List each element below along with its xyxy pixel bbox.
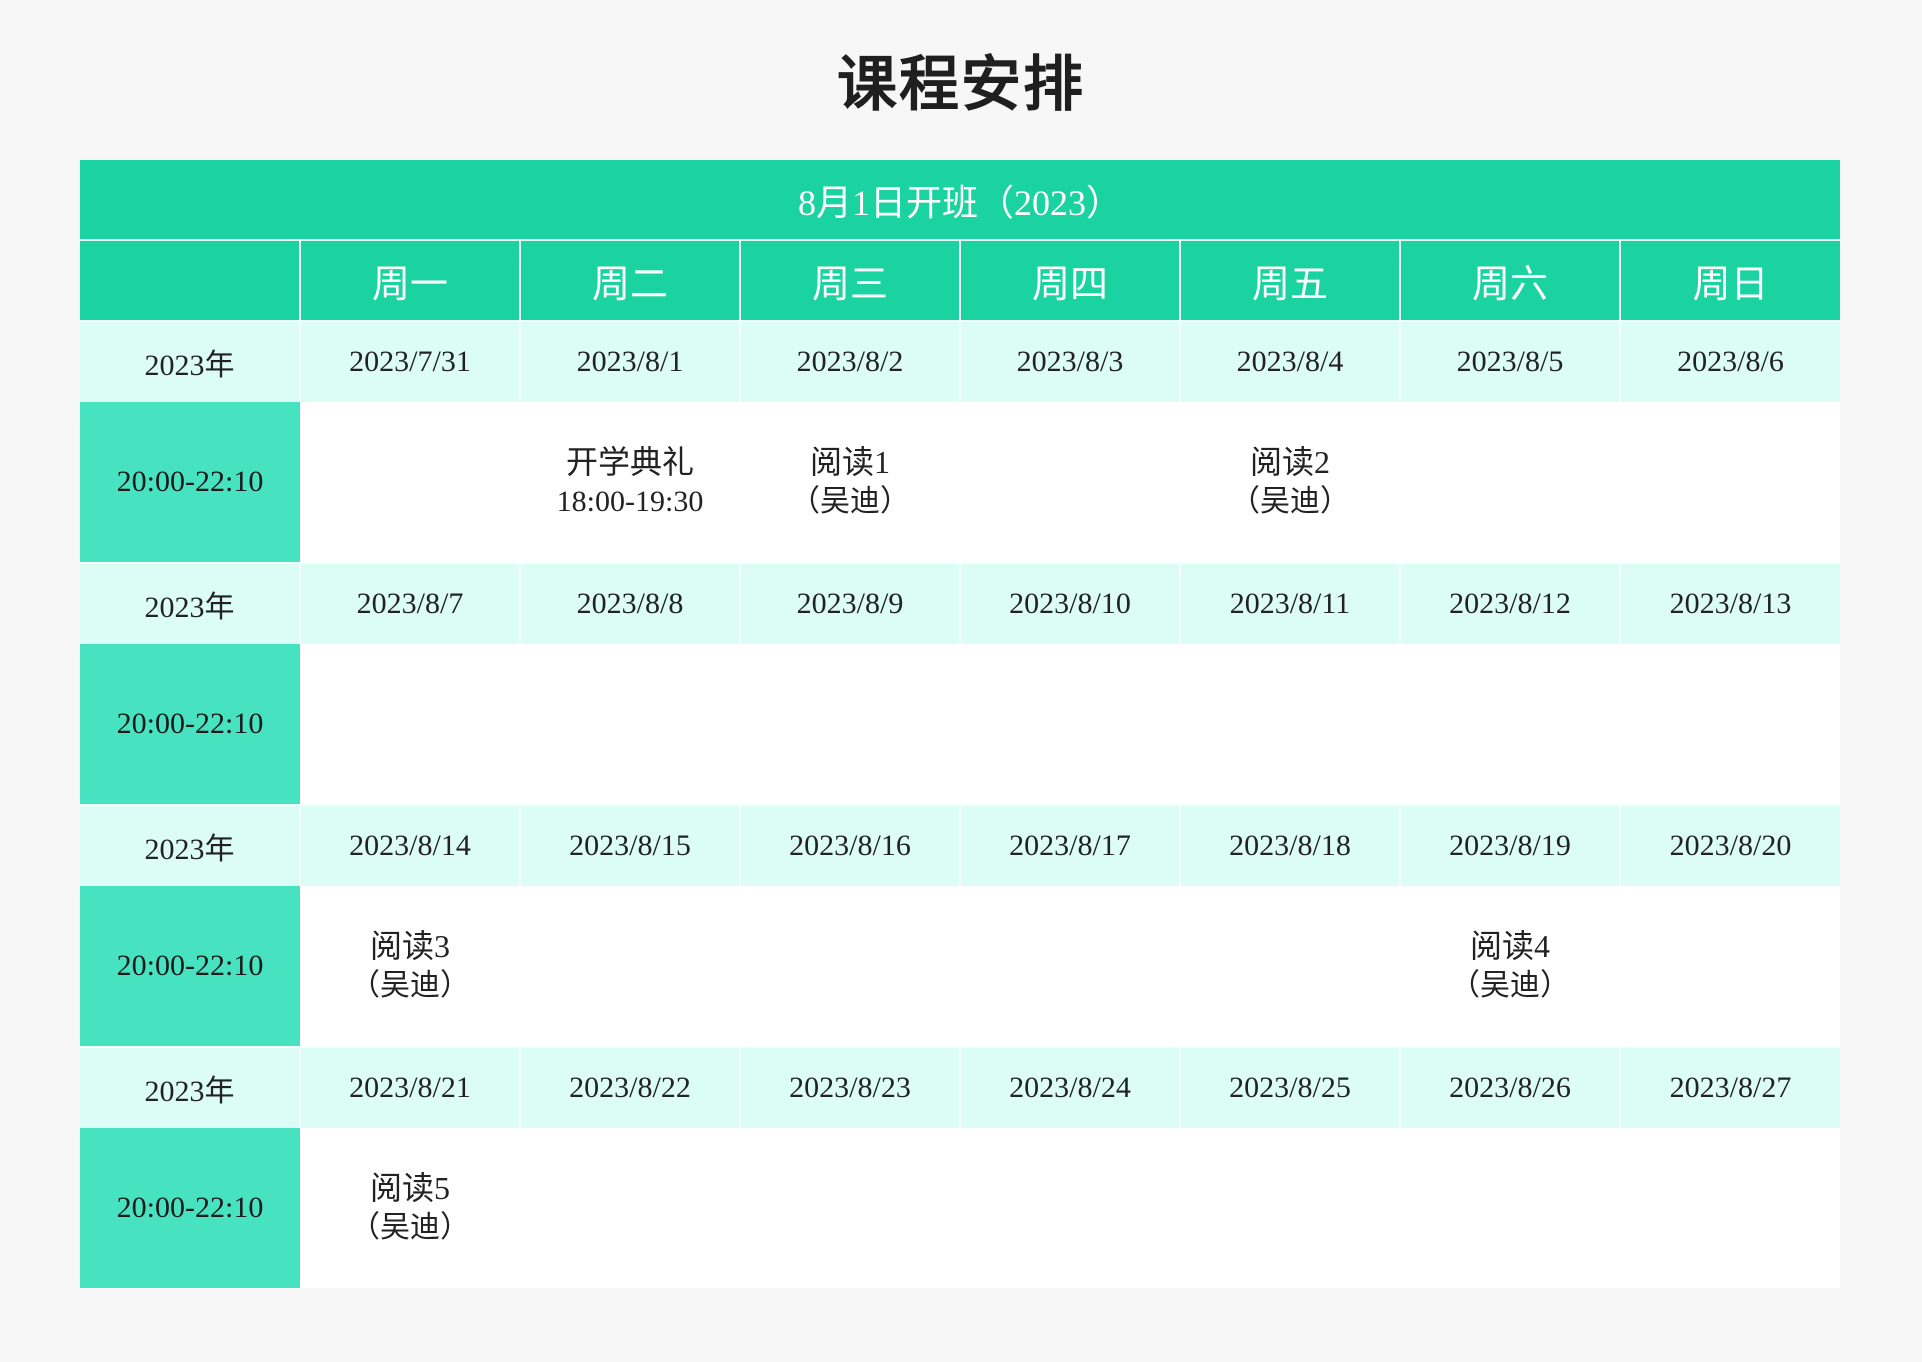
schedule-cell: [740, 886, 960, 1047]
date-row: 2023年 2023/8/7 2023/8/8 2023/8/9 2023/8/10 20…: [80, 562, 1841, 644]
date-cell: 2023/8/1: [519, 320, 740, 402]
event-detail: （吴迪）: [350, 969, 470, 1002]
page-title: 课程安排: [837, 50, 1085, 120]
time-slot-label: 20:00-22:10: [80, 1128, 300, 1288]
date-cell: 2023/8/26: [1399, 1046, 1620, 1128]
date-cell: 2023/8/18: [1179, 804, 1400, 886]
event-name: 阅读4: [1469, 928, 1550, 964]
schedule-cell: [1620, 886, 1841, 1047]
date-row: 2023年 2023/8/14 2023/8/15 2023/8/16 2023/8/1…: [80, 804, 1841, 886]
date-cell: 2023/8/6: [1618, 320, 1841, 402]
weekday-header-row: 周一 周二 周三 周四 周五 周六 周日: [80, 240, 1841, 321]
date-cell: 2023/8/7: [299, 562, 520, 644]
schedule-cell: 开学典礼 18:00-19:30: [520, 402, 740, 563]
time-slot-row: 20:00-22:10: [80, 644, 1841, 805]
date-cell: 2023/8/2: [739, 320, 960, 402]
event-name: 阅读1: [809, 444, 890, 480]
date-cell: 2023/7/31: [299, 320, 520, 402]
date-cell: 2023/8/3: [959, 320, 1180, 402]
date-cell: 2023/8/21: [299, 1046, 520, 1128]
schedule-cell: [1400, 644, 1620, 805]
schedule-cell: [300, 402, 520, 563]
weekday-header-corner: [80, 240, 300, 321]
time-slot-row: 20:00-22:10 阅读5 （吴迪）: [80, 1128, 1841, 1288]
event-detail: 18:00-19:30: [556, 485, 704, 518]
time-slot-row: 20:00-22:10 开学典礼 18:00-19:30 阅读1 （吴迪） 阅读2 （吴迪）: [80, 402, 1841, 563]
schedule-cell: [520, 644, 740, 805]
event-name: 开学典礼: [565, 444, 694, 480]
schedule-cell: [960, 1128, 1180, 1288]
weekday-header-fri: 周五: [1179, 240, 1400, 321]
year-label: 2023年: [80, 562, 300, 644]
date-cell: 2023/8/24: [959, 1046, 1180, 1128]
weekday-header-thu: 周四: [959, 240, 1180, 321]
weekday-header-tue: 周二: [519, 240, 740, 321]
year-label: 2023年: [80, 320, 300, 402]
date-cell: 2023/8/19: [1399, 804, 1620, 886]
date-cell: 2023/8/9: [739, 562, 960, 644]
time-slot-label: 20:00-22:10: [80, 886, 300, 1047]
year-label: 2023年: [80, 1046, 300, 1128]
schedule-cell: 阅读2 （吴迪）: [1180, 402, 1400, 563]
date-cell: 2023/8/5: [1399, 320, 1620, 402]
schedule-cell: [1180, 1128, 1400, 1288]
schedule-cell: [1620, 644, 1841, 805]
date-cell: 2023/8/4: [1179, 320, 1400, 402]
date-cell: 2023/8/23: [739, 1046, 960, 1128]
date-cell: 2023/8/14: [299, 804, 520, 886]
date-cell: 2023/8/17: [959, 804, 1180, 886]
event-name: 阅读3: [369, 928, 450, 964]
schedule-cell: [1620, 402, 1841, 563]
year-label: 2023年: [80, 804, 300, 886]
schedule-cell: 阅读5 （吴迪）: [300, 1128, 520, 1288]
event-detail: （吴迪）: [1230, 485, 1350, 518]
time-slot-label: 20:00-22:10: [80, 402, 300, 563]
schedule-cell: [520, 886, 740, 1047]
schedule-cell: [960, 402, 1180, 563]
schedule-cell: [1180, 886, 1400, 1047]
date-cell: 2023/8/15: [519, 804, 740, 886]
event-name: 阅读5: [369, 1170, 450, 1206]
schedule-cell: [520, 1128, 740, 1288]
weekday-header-wed: 周三: [739, 240, 960, 321]
schedule-cell: [1400, 1128, 1620, 1288]
date-row: 2023年 2023/7/31 2023/8/1 2023/8/2 2023/8/3 20…: [80, 320, 1841, 402]
time-slot-label: 20:00-22:10: [80, 644, 300, 805]
date-cell: 2023/8/10: [959, 562, 1180, 644]
schedule-cell: [740, 1128, 960, 1288]
schedule-table: 8月1日开班（2023） 周一 周二 周三 周四 周五 周六 周日 2023年 2…: [80, 160, 1841, 1288]
schedule-cell: [960, 886, 1180, 1047]
date-cell: 2023/8/11: [1179, 562, 1400, 644]
schedule-cell: [960, 644, 1180, 805]
class-start-banner: 8月1日开班（2023）: [80, 160, 1841, 241]
schedule-cell: [1400, 402, 1620, 563]
schedule-cell: 阅读4 （吴迪）: [1400, 886, 1620, 1047]
banner-row: 8月1日开班（2023）: [80, 160, 1841, 241]
time-slot-row: 20:00-22:10 阅读3 （吴迪） 阅读4 （吴迪）: [80, 886, 1841, 1047]
date-cell: 2023/8/25: [1179, 1046, 1400, 1128]
date-cell: 2023/8/16: [739, 804, 960, 886]
schedule-cell: [300, 644, 520, 805]
event-detail: （吴迪）: [350, 1211, 470, 1244]
schedule-cell: [1180, 644, 1400, 805]
date-cell: 2023/8/12: [1399, 562, 1620, 644]
event-detail: （吴迪）: [1450, 969, 1570, 1002]
page: 课程安排 8月1日开班（2023） 周一 周二 周三 周四 周五 周六 周日 2…: [0, 0, 1922, 1362]
weekday-header-sat: 周六: [1399, 240, 1620, 321]
weekday-header-mon: 周一: [299, 240, 520, 321]
schedule-cell: 阅读3 （吴迪）: [300, 886, 520, 1047]
weekday-header-sun: 周日: [1618, 240, 1841, 321]
date-cell: 2023/8/27: [1618, 1046, 1841, 1128]
schedule-cell: [740, 644, 960, 805]
schedule-cell: [1620, 1128, 1841, 1288]
event-name: 阅读2: [1249, 444, 1330, 480]
date-cell: 2023/8/22: [519, 1046, 740, 1128]
event-detail: （吴迪）: [790, 485, 910, 518]
date-cell: 2023/8/8: [519, 562, 740, 644]
date-cell: 2023/8/20: [1618, 804, 1841, 886]
date-cell: 2023/8/13: [1618, 562, 1841, 644]
date-row: 2023年 2023/8/21 2023/8/22 2023/8/23 2023/8/2…: [80, 1046, 1841, 1128]
schedule-cell: 阅读1 （吴迪）: [740, 402, 960, 563]
